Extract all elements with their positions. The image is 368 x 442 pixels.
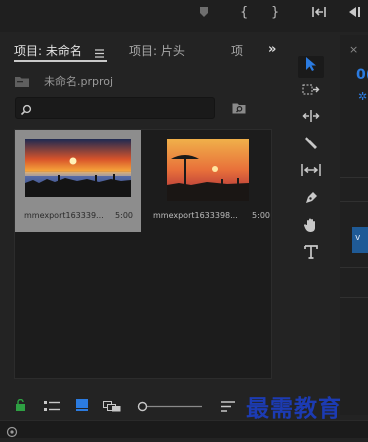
slip-icon[interactable] xyxy=(298,162,324,184)
type-icon[interactable] xyxy=(298,244,324,266)
project-tabs: 项目: 未命名 项目: 片头 项 » xyxy=(0,35,284,63)
sort-icon[interactable] xyxy=(221,397,235,416)
ripple-edit-icon[interactable] xyxy=(298,108,324,130)
clip-card[interactable]: mmexport1633398... 5:00 xyxy=(142,130,270,232)
status-icon[interactable] xyxy=(6,423,18,442)
out-point-icon[interactable]: } xyxy=(271,6,279,20)
clip-thumbnail xyxy=(25,139,131,197)
track-select-icon[interactable] xyxy=(298,82,324,104)
step-back-icon[interactable] xyxy=(346,6,362,22)
clip-card[interactable]: mmexport163339... 5:00 xyxy=(15,130,141,232)
project-filename: 未命名.prproj xyxy=(44,75,114,88)
pen-icon[interactable] xyxy=(298,190,324,212)
program-monitor-panel: × 0( ✲ v xyxy=(340,35,368,415)
search-input[interactable] xyxy=(15,97,215,119)
watermark-text: 最需教育 xyxy=(246,395,342,422)
razor-icon[interactable] xyxy=(298,135,324,157)
clip-grid: mmexport163339... 5:00 mmexport1633398..… xyxy=(14,129,272,379)
playhead-icon: ✲ xyxy=(358,90,368,103)
project-bottom-bar xyxy=(0,388,284,416)
clip-name: mmexport163339... xyxy=(24,211,104,220)
lock-icon[interactable] xyxy=(15,396,26,415)
selection-tool-icon[interactable] xyxy=(298,56,324,78)
tab-project-untitled[interactable]: 项目: 未命名 xyxy=(14,42,82,59)
video-track-header[interactable]: v xyxy=(352,227,368,253)
folder-icon xyxy=(14,73,30,92)
go-to-in-icon[interactable] xyxy=(311,6,327,22)
clip-name: mmexport1633398... xyxy=(153,211,238,220)
track-label: v xyxy=(355,233,361,243)
clip-duration: 5:00 xyxy=(115,211,133,220)
clip-thumbnail xyxy=(167,139,249,201)
icon-view-icon[interactable] xyxy=(76,396,88,415)
tab-project-more[interactable]: 项 xyxy=(231,42,243,59)
tab-project-titles[interactable]: 项目: 片头 xyxy=(129,42,185,59)
new-bin-icon[interactable] xyxy=(232,99,246,118)
close-icon[interactable]: × xyxy=(349,43,358,56)
list-view-icon[interactable] xyxy=(44,397,60,416)
expand-panels-icon[interactable]: » xyxy=(268,42,276,57)
search-icon xyxy=(20,101,32,120)
hand-icon[interactable] xyxy=(298,217,324,239)
marker-icon[interactable] xyxy=(198,6,210,22)
freeform-view-icon[interactable] xyxy=(103,397,121,416)
top-toolbar: { } xyxy=(0,0,368,32)
active-tab-indicator xyxy=(14,60,107,62)
in-point-icon[interactable]: { xyxy=(240,6,248,20)
zoom-slider[interactable] xyxy=(134,397,204,416)
clip-duration: 5:00 xyxy=(252,211,270,220)
timecode-partial: 0( xyxy=(356,67,368,83)
